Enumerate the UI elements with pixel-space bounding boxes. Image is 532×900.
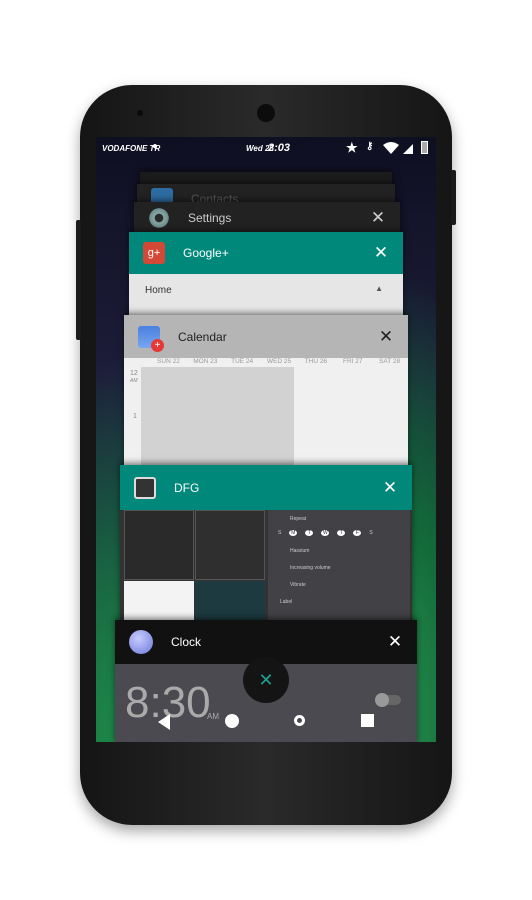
clear-all-button[interactable]: ✕	[243, 657, 289, 703]
recents-icon[interactable]	[361, 714, 374, 727]
alarm-option: Repeat	[290, 516, 307, 522]
alarm-option: Vibrate	[290, 582, 306, 588]
calendar-icon: +	[138, 325, 164, 352]
clock-label: 2:03	[268, 142, 291, 154]
home-icon[interactable]	[225, 714, 239, 728]
close-icon[interactable]: ✕	[366, 208, 390, 228]
alarm-option: Increasing volume	[290, 565, 331, 571]
close-icon[interactable]: ✕	[383, 632, 407, 652]
clock-app-icon	[129, 630, 153, 654]
android-icon: ●	[152, 141, 159, 152]
dfg-app-icon	[134, 476, 156, 499]
card-title: DFG	[174, 480, 200, 495]
status-bar: VODAFONE TR ● Wed 25 2:03 ★ ⚷	[96, 137, 436, 159]
vpn-key-icon: ⚷	[366, 141, 374, 152]
back-icon[interactable]	[158, 714, 170, 730]
caret-up-icon: ▲	[375, 284, 383, 293]
screen: VODAFONE TR ● Wed 25 2:03 ★ ⚷ Contacts S…	[96, 137, 436, 742]
card-title: Calendar	[178, 329, 227, 344]
alarm-toggle[interactable]	[375, 693, 401, 707]
wifi-signal-icon	[383, 142, 413, 154]
card-title: Google+	[183, 246, 229, 260]
close-icon[interactable]: ✕	[369, 243, 393, 263]
recent-card-googleplus[interactable]: g+ Google+ ✕ Home ▲	[129, 232, 403, 322]
alarm-option: Hassium	[290, 548, 310, 554]
battery-icon	[421, 141, 428, 154]
settings-gear-icon	[148, 207, 170, 229]
close-icon[interactable]: ✕	[378, 478, 402, 498]
calendar-days: SUN 22 MON 23 TUE 24 WED 25 THU 26 FRI 27 SAT …	[157, 358, 401, 365]
recent-card-dfg[interactable]: DFG ✕ Repeat SMTWTFS Hassium Increasing v…	[120, 465, 412, 625]
close-icon[interactable]: ✕	[374, 327, 398, 347]
section-label: Home	[145, 285, 172, 296]
weekday-selector[interactable]: SMTWTFS	[278, 530, 373, 536]
search-icon[interactable]	[294, 715, 305, 726]
star-icon: ★	[346, 140, 358, 155]
nav-bar	[96, 711, 436, 735]
front-camera	[137, 110, 143, 116]
alarm-option: Label	[280, 599, 293, 605]
recent-card-settings[interactable]: Settings ✕	[134, 202, 400, 234]
recent-card-calendar[interactable]: + Calendar ✕ SUN 22 MON 23 TUE 24 WED 25 THU 2…	[124, 315, 408, 475]
hour-label: 1	[133, 413, 137, 420]
volume-button[interactable]	[76, 220, 81, 340]
hour-label: AM	[130, 378, 138, 384]
card-title: Clock	[171, 635, 202, 649]
googleplus-icon: g+	[143, 242, 165, 264]
card-title: Settings	[188, 211, 232, 225]
earpiece	[257, 104, 275, 122]
hour-label: 12	[130, 370, 138, 377]
power-button[interactable]	[451, 170, 456, 225]
